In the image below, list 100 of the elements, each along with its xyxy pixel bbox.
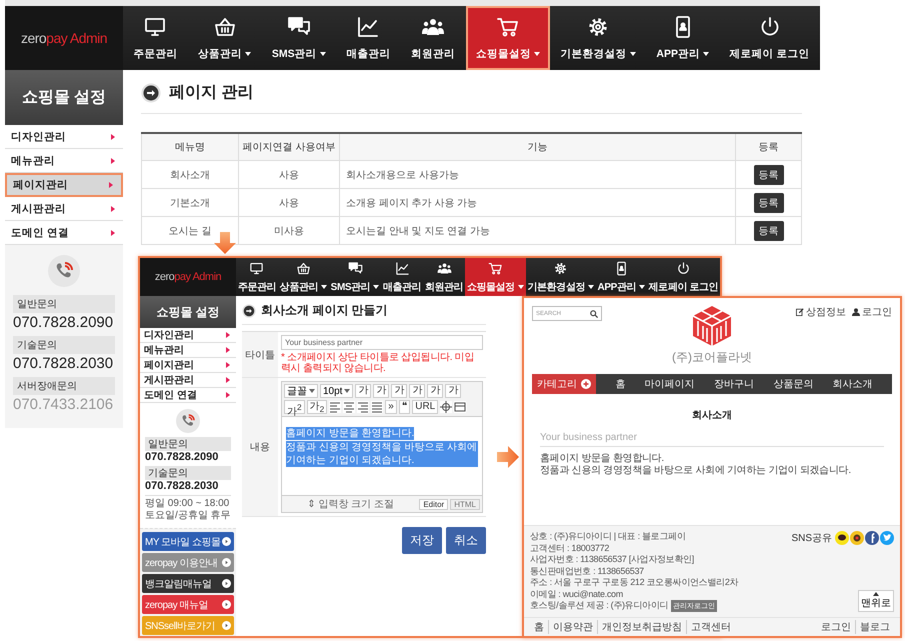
footer-text: 사업자번호 : 1138656537 [사업자정보확인] bbox=[530, 554, 695, 566]
section-heading: 회사소개 bbox=[691, 409, 733, 422]
nav-tab[interactable]: 기본환경설정 bbox=[526, 258, 596, 296]
format-button[interactable]: 가 bbox=[355, 384, 372, 398]
mode-tab[interactable]: HTML bbox=[450, 498, 480, 510]
sidebar-item[interactable]: 페이지관리 bbox=[5, 173, 123, 197]
font-dropdown[interactable]: 글꼴 bbox=[284, 384, 318, 398]
nav-tab[interactable]: 매출관리 bbox=[336, 6, 401, 70]
nav-tab[interactable]: 주문관리 bbox=[123, 6, 188, 70]
sidebar-item[interactable]: 도메인 연결 bbox=[140, 388, 236, 403]
align-icon[interactable] bbox=[329, 401, 342, 413]
quick-link-button[interactable]: zeropay 매뉴얼 bbox=[142, 595, 234, 614]
footer-link[interactable]: 개인정보취급방침 bbox=[597, 620, 686, 634]
action-button[interactable]: 저장 bbox=[402, 527, 442, 554]
nav-tab[interactable]: 기본환경설정 bbox=[550, 6, 646, 70]
sidebar-item[interactable]: 게시판관리 bbox=[5, 197, 123, 221]
footer-text: 고객센터 : 18003772 bbox=[530, 542, 610, 554]
nav-tab[interactable]: SMS관리 bbox=[328, 258, 382, 296]
scroll-top-button[interactable]: 맨위로 bbox=[858, 590, 894, 612]
align-icon[interactable] bbox=[343, 401, 356, 413]
footer-link[interactable]: 고객센터 bbox=[686, 620, 735, 634]
nav-tab[interactable]: 쇼핑몰설정 bbox=[466, 6, 550, 70]
action-button[interactable]: 취소 bbox=[446, 527, 486, 554]
sidebar-item[interactable]: 메뉴관리 bbox=[5, 149, 123, 173]
category-button[interactable]: 카테고리 bbox=[532, 374, 596, 394]
line-chart-icon bbox=[356, 15, 380, 39]
footer-link[interactable]: 로그인 bbox=[817, 620, 855, 634]
quick-link-button[interactable]: MY 모바일 쇼핑몰 bbox=[142, 532, 234, 551]
sidebar-item[interactable]: 디자인관리 bbox=[140, 328, 236, 343]
menu-item[interactable]: 상품문의 bbox=[773, 377, 814, 391]
nav-tab[interactable]: 쇼핑몰설정 bbox=[465, 258, 526, 296]
column-header: 페이지연결 사용여부 bbox=[238, 133, 340, 160]
toolbar-button[interactable]: » bbox=[385, 400, 397, 414]
menu-item[interactable]: 회사소개 bbox=[832, 377, 873, 391]
format-button[interactable]: 가 bbox=[445, 384, 462, 398]
basket-icon bbox=[212, 15, 237, 39]
hint-text: * 소개페이지 상단 타이틀로 삽입됩니다. 미입력시 출력되지 않습니다. bbox=[281, 352, 476, 374]
nav-tab[interactable]: APP관리 bbox=[646, 6, 720, 70]
phone-number: 070.7433.2106 bbox=[13, 396, 114, 413]
people-icon bbox=[436, 260, 452, 276]
menu-item[interactable]: 장바구니 bbox=[714, 377, 754, 391]
table-cell: 사용 bbox=[238, 160, 340, 188]
nav-tab[interactable]: 상품관리 bbox=[278, 258, 329, 296]
story-icon[interactable] bbox=[850, 531, 864, 545]
arrow-circle-icon bbox=[222, 579, 231, 588]
nav-tab[interactable]: 회원관리 bbox=[423, 258, 466, 296]
phone-icon bbox=[48, 255, 80, 287]
table-icon[interactable] bbox=[454, 401, 466, 413]
title-input[interactable]: Your business partner bbox=[281, 335, 483, 350]
nav-tab[interactable]: 매출관리 bbox=[381, 258, 424, 296]
footer-link[interactable]: 홈 bbox=[530, 620, 548, 634]
crosshair-icon[interactable] bbox=[440, 401, 452, 413]
format-button[interactable]: 가 bbox=[427, 384, 444, 398]
menu-item[interactable]: 홈 bbox=[615, 377, 626, 391]
bird-icon[interactable] bbox=[880, 531, 894, 545]
format-button[interactable]: 가$^{2}$ bbox=[284, 400, 305, 414]
sidebar-item[interactable]: 게시판관리 bbox=[140, 373, 236, 388]
align-icon[interactable] bbox=[371, 401, 384, 413]
resize-handle[interactable]: ⇕ 입력창 크기 조절 bbox=[284, 497, 418, 511]
align-icon[interactable] bbox=[357, 401, 370, 413]
table-cell: 오시는길 안내 및 지도 연결 가능 bbox=[340, 216, 736, 244]
format-button[interactable]: 가 bbox=[409, 384, 426, 398]
column-header: 메뉴명 bbox=[142, 133, 238, 160]
sidebar-item[interactable]: 디자인관리 bbox=[5, 125, 123, 149]
mode-tab[interactable]: Editor bbox=[419, 498, 448, 510]
chat-bubble-icon[interactable] bbox=[835, 531, 849, 545]
format-button[interactable]: 가 bbox=[391, 384, 408, 398]
cart-icon bbox=[496, 15, 520, 39]
quick-link-button[interactable]: 뱅크알림매뉴얼 bbox=[142, 574, 234, 593]
sidebar-item[interactable]: 페이지관리 bbox=[140, 358, 236, 373]
sidebar-item[interactable]: 메뉴관리 bbox=[140, 343, 236, 358]
sidebar-item[interactable]: 도메인 연결 bbox=[5, 221, 123, 245]
arrow-circle-icon bbox=[222, 621, 231, 630]
nav-tab[interactable]: 상품관리 bbox=[188, 6, 262, 70]
register-button[interactable]: 등록 bbox=[754, 220, 784, 240]
nav-tab[interactable]: 회원관리 bbox=[400, 6, 466, 70]
format-button[interactable]: 가$_{2}$ bbox=[306, 400, 328, 414]
footer-link[interactable]: 블로그 bbox=[855, 620, 894, 634]
arrow-circle-icon bbox=[222, 600, 231, 609]
nav-tab[interactable]: 주문관리 bbox=[236, 258, 278, 296]
facebook-icon[interactable] bbox=[865, 531, 879, 545]
footer-text: 호스팅/솔루션 제공 : (주)유디아이디 bbox=[530, 600, 668, 612]
nav-tab[interactable]: 제로페이 로그인 bbox=[719, 6, 820, 70]
menu-item[interactable]: 마이페이지 bbox=[644, 377, 695, 391]
nav-tab[interactable]: SMS관리 bbox=[262, 6, 336, 70]
format-button[interactable]: 가 bbox=[373, 384, 390, 398]
login-link[interactable]: 로그인 bbox=[852, 306, 892, 318]
toolbar-button[interactable]: ❝ bbox=[398, 400, 410, 414]
register-button[interactable]: 등록 bbox=[754, 192, 784, 212]
store-info-link[interactable]: 상점정보 bbox=[796, 306, 846, 318]
chevron-right-icon bbox=[111, 134, 115, 140]
chevron-right-icon bbox=[111, 206, 115, 212]
nav-tab[interactable]: 제로페이 로그인 bbox=[646, 258, 720, 296]
sns-label: SNS공유 bbox=[791, 532, 832, 545]
register-button[interactable]: 등록 bbox=[754, 164, 784, 184]
editor-text: 홈페이지 방문을 환영합니다. bbox=[286, 427, 414, 440]
nav-tab[interactable]: APP관리 bbox=[596, 258, 647, 296]
size-dropdown[interactable]: 10pt bbox=[320, 384, 354, 398]
toolbar-button[interactable]: URL bbox=[412, 400, 438, 414]
footer-link[interactable]: 이용약관 bbox=[548, 620, 597, 634]
